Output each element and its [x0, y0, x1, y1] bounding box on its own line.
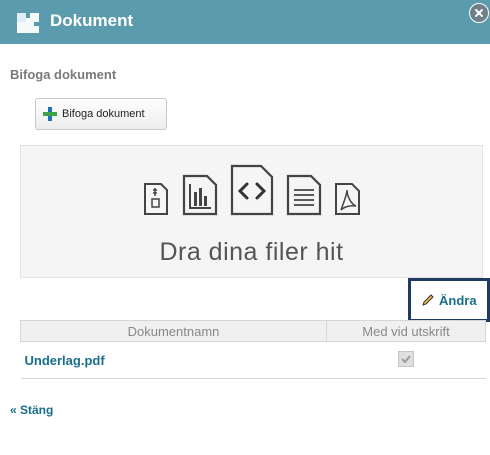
dialog-titlebar: Dokument	[0, 0, 490, 44]
table-header-row: Dokumentnamn Med vid utskrift	[20, 320, 486, 342]
code-file-icon	[230, 164, 273, 216]
edit-label: Ändra	[439, 292, 477, 308]
pdf-file-icon	[334, 183, 360, 215]
attach-document-button[interactable]: Bifoga dokument	[35, 98, 167, 130]
text-file-icon	[286, 174, 321, 216]
pencil-icon	[422, 294, 434, 306]
print-checkbox-cell	[326, 341, 486, 379]
section-label: Bifoga dokument	[10, 67, 117, 82]
file-dropzone[interactable]: Dra dina filer hit	[20, 145, 483, 278]
table-row: Underlag.pdf	[20, 341, 486, 379]
file-type-icons	[21, 164, 482, 216]
document-name-cell: Underlag.pdf	[20, 341, 327, 379]
zip-file-icon	[143, 183, 168, 215]
checkmark-icon	[401, 354, 411, 363]
dropzone-text: Dra dina filer hit	[159, 238, 344, 266]
close-dialog-button[interactable]	[469, 3, 489, 23]
close-icon	[475, 9, 483, 17]
column-header-print: Med vid utskrift	[326, 320, 486, 342]
include-in-print-checkbox[interactable]	[398, 350, 414, 367]
column-header-name: Dokumentnamn	[20, 320, 327, 342]
puzzle-logo-icon	[17, 13, 39, 33]
add-icon	[43, 107, 57, 121]
documents-table: Dokumentnamn Med vid utskrift Underlag.p…	[20, 320, 486, 379]
document-link[interactable]: Underlag.pdf	[25, 353, 105, 368]
dialog-title: Dokument	[50, 11, 134, 30]
edit-button[interactable]: Ändra	[408, 278, 490, 322]
attach-button-label: Bifoga dokument	[62, 108, 145, 120]
close-link[interactable]: « Stäng	[10, 403, 53, 417]
chart-file-icon	[182, 174, 217, 216]
